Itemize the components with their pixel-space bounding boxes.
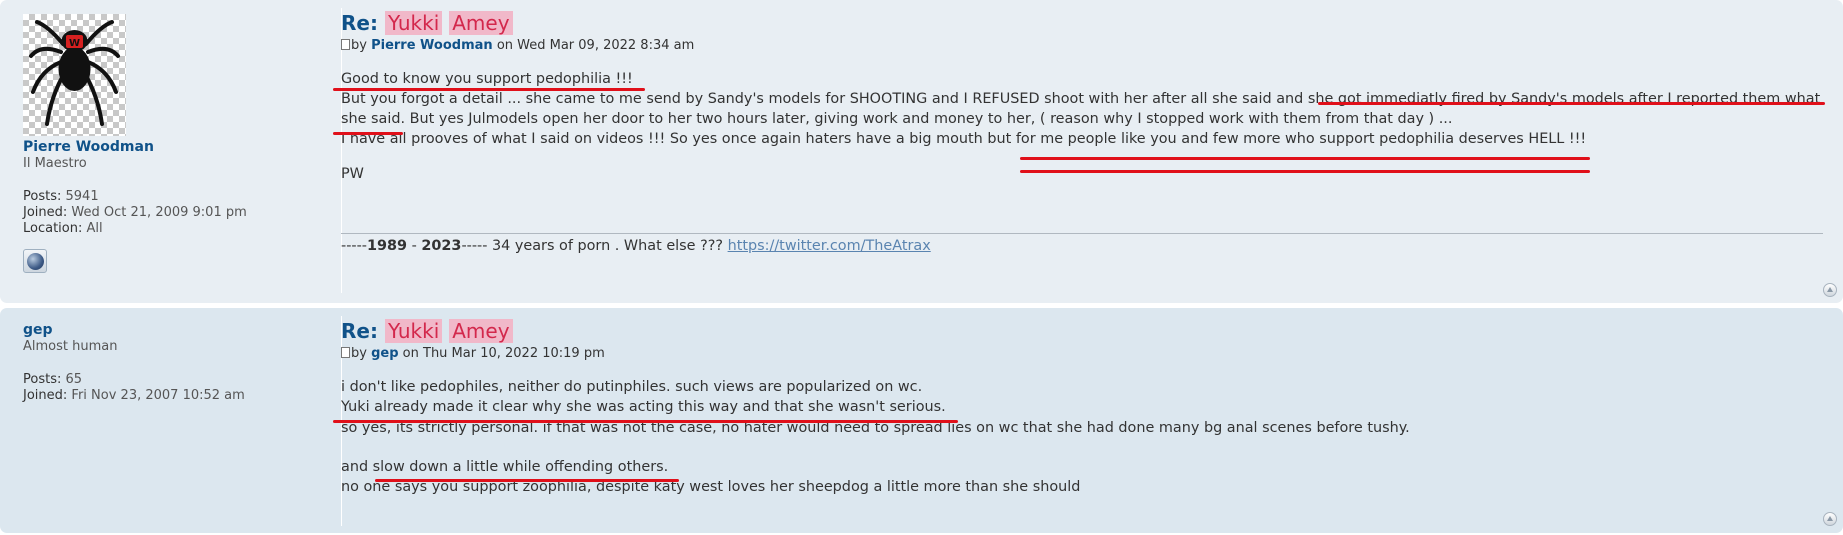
post-author-line: by Pierre Woodman on Wed Mar 09, 2022 8:… [341, 38, 694, 53]
post-profile: gep Almost human Posts: 65 Joined: Fri N… [23, 322, 313, 404]
posts-label: Posts: [23, 372, 62, 387]
globe-icon [27, 253, 44, 270]
post-link-icon[interactable] [341, 39, 350, 50]
post-line: Yuki already made it clear why she was a… [341, 399, 946, 415]
author-name-link[interactable]: gep [371, 346, 398, 361]
annotation-underline [333, 88, 645, 91]
post-date: on Wed Mar 09, 2022 8:34 am [496, 38, 695, 53]
post-line: PW [341, 166, 364, 182]
sig-year-start: 1989 [366, 238, 408, 254]
post-link-icon[interactable] [341, 347, 350, 358]
author-by: by [351, 346, 367, 361]
posts-count[interactable]: 5941 [66, 189, 99, 204]
title-highlight-word: Yukki [384, 319, 443, 343]
annotation-underline [1318, 102, 1825, 105]
profile-stats: Posts: 65 Joined: Fri Nov 23, 2007 10:52… [23, 372, 313, 404]
profile-rank: Il Maestro [23, 156, 87, 171]
post-title[interactable]: Re: Yukki Amey [341, 11, 513, 35]
joined-date: Wed Oct 21, 2009 9:01 pm [71, 205, 247, 220]
posts-label: Posts: [23, 189, 62, 204]
joined-label: Joined: [23, 388, 68, 403]
website-button[interactable] [23, 249, 47, 273]
signature: -----1989 - 2023----- 34 years of porn .… [341, 238, 931, 254]
profile-stats: Posts: 5941 Joined: Wed Oct 21, 2009 9:0… [23, 189, 313, 237]
profile-posts-row: Posts: 5941 [23, 189, 313, 205]
title-highlight-word: Amey [449, 11, 513, 35]
title-prefix: Re: [341, 319, 378, 343]
back-to-top-button[interactable] [1823, 283, 1837, 297]
avatar[interactable]: W [23, 14, 126, 136]
post-body: Re: Yukki Amey by Pierre Woodman on Wed … [341, 8, 1823, 293]
post-date: on Thu Mar 10, 2022 10:19 pm [402, 346, 605, 361]
title-highlight-word: Amey [449, 319, 513, 343]
annotation-underline [1020, 170, 1590, 173]
svg-text:W: W [69, 38, 80, 49]
sig-dashes: ----- [341, 238, 367, 254]
post-author-line: by gep on Thu Mar 10, 2022 10:19 pm [341, 346, 605, 361]
profile-username[interactable]: gep [23, 322, 313, 338]
profile-location-row: Location: All [23, 221, 313, 237]
post-line: I have all prooves of what I said on vid… [341, 131, 1587, 147]
annotation-underline [1020, 157, 1590, 160]
author-name-link[interactable]: Pierre Woodman [371, 38, 493, 53]
sig-twitter-link[interactable]: https://twitter.com/TheAtrax [728, 238, 931, 254]
title-prefix: Re: [341, 11, 378, 35]
annotation-underline [333, 132, 403, 135]
posts-count[interactable]: 65 [66, 372, 83, 387]
post-pierre-woodman: W Pierre Woodman Il Maestro Posts: 5941 … [0, 0, 1843, 303]
back-to-top-button[interactable] [1823, 512, 1837, 526]
post-title[interactable]: Re: Yukki Amey [341, 319, 513, 343]
sig-mid: - [407, 238, 422, 254]
annotation-underline [375, 479, 679, 482]
post-gep: gep Almost human Posts: 65 Joined: Fri N… [0, 308, 1843, 533]
annotation-underline [333, 420, 958, 423]
sig-year-end: 2023 [421, 238, 462, 254]
author-by: by [351, 38, 367, 53]
profile-posts-row: Posts: 65 [23, 372, 313, 388]
joined-date: Fri Nov 23, 2007 10:52 am [71, 388, 245, 403]
profile-joined-row: Joined: Fri Nov 23, 2007 10:52 am [23, 388, 313, 404]
location-label: Location: [23, 221, 83, 236]
profile-username[interactable]: Pierre Woodman [23, 139, 313, 155]
post-profile: W Pierre Woodman Il Maestro Posts: 5941 … [23, 14, 313, 273]
title-highlight-word: Yukki [384, 11, 443, 35]
sig-text: ----- 34 years of porn . What else ??? [461, 238, 728, 254]
spider-icon: W [29, 20, 120, 126]
joined-label: Joined: [23, 205, 68, 220]
profile-joined-row: Joined: Wed Oct 21, 2009 9:01 pm [23, 205, 313, 221]
profile-rank: Almost human [23, 339, 118, 354]
location-value: All [86, 221, 103, 236]
signature-divider [341, 233, 1823, 234]
